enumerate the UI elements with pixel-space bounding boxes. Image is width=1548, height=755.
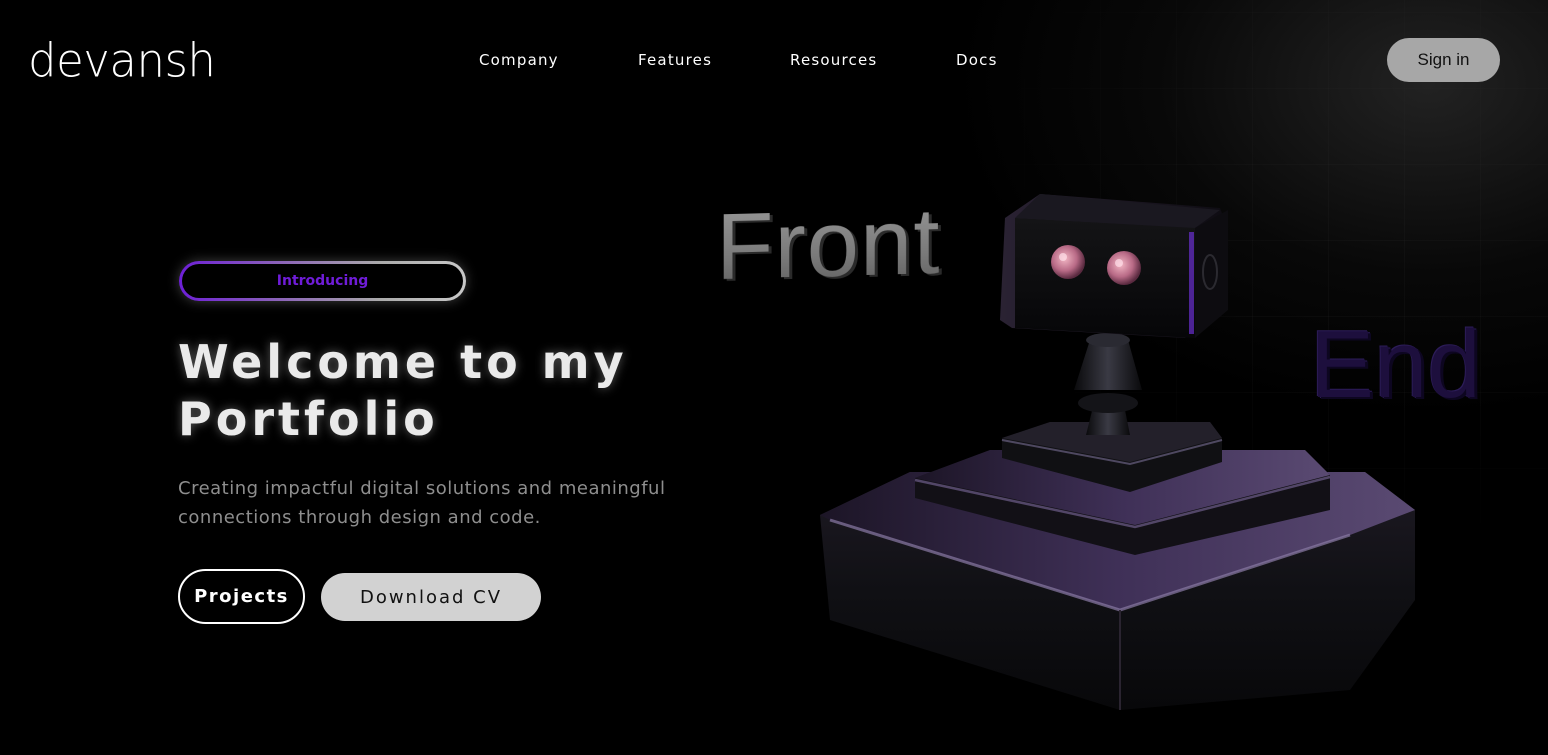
nav-item-docs[interactable]: Docs <box>956 51 998 69</box>
sign-in-button[interactable]: Sign in <box>1387 38 1500 82</box>
nav-item-features[interactable]: Features <box>638 51 712 69</box>
projects-button[interactable]: Projects <box>178 569 305 624</box>
top-nav: Company Features Resources Docs <box>0 51 1548 73</box>
introducing-badge: Introducing <box>179 261 466 301</box>
nav-item-company[interactable]: Company <box>479 51 559 69</box>
download-cv-button[interactable]: Download CV <box>321 573 541 621</box>
robot-icon <box>820 194 1415 710</box>
landing-page: devansh Company Features Resources Docs … <box>0 0 1548 755</box>
hero-title: Welcome to my Portfolio <box>178 335 628 446</box>
nav-item-resources[interactable]: Resources <box>790 51 877 69</box>
badge-label: Introducing <box>276 273 369 289</box>
hero-subtitle: Creating impactful digital solutions and… <box>178 478 666 528</box>
